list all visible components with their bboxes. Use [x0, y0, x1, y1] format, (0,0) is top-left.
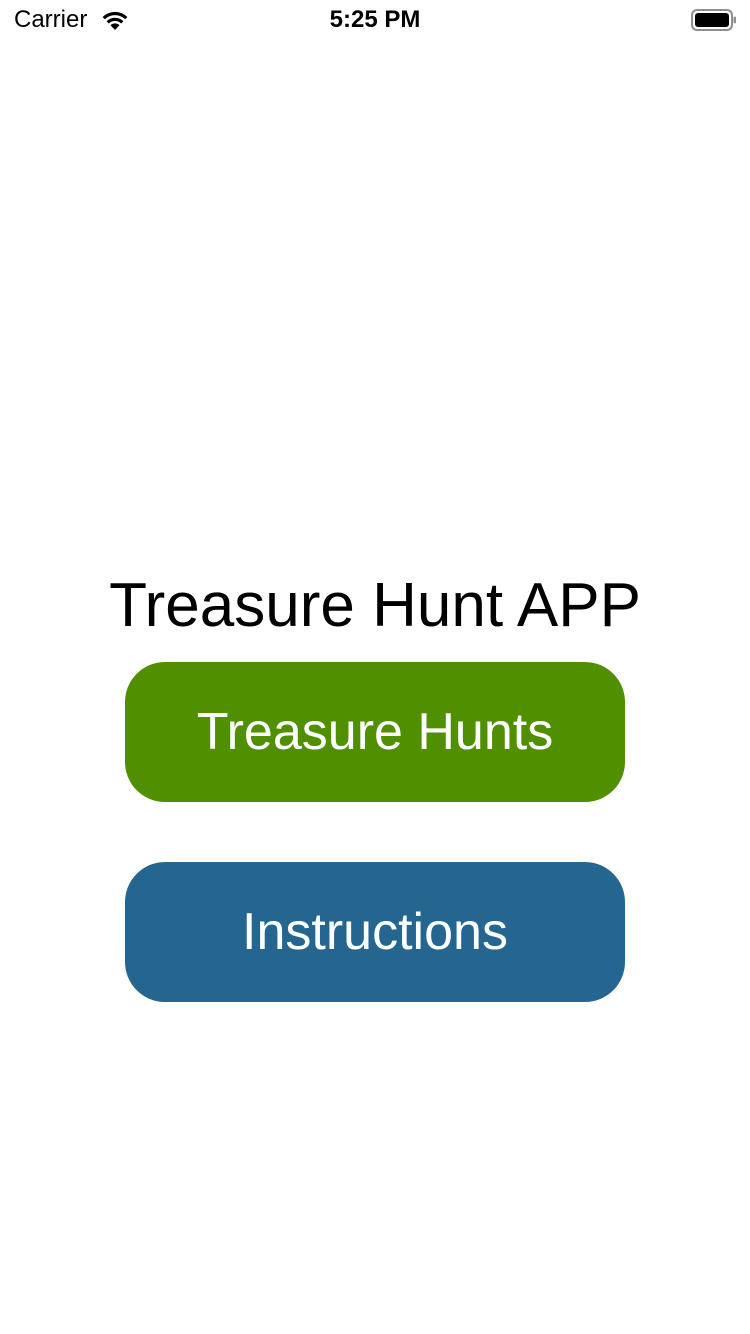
battery-icon: [691, 9, 737, 31]
instructions-button[interactable]: Instructions: [125, 862, 625, 1002]
status-time: 5:25 PM: [329, 6, 421, 33]
status-bar: Carrier 5:25 PM: [0, 0, 750, 40]
page-title: Treasure Hunt APP: [109, 571, 641, 640]
treasure-hunts-button[interactable]: Treasure Hunts: [125, 662, 625, 802]
